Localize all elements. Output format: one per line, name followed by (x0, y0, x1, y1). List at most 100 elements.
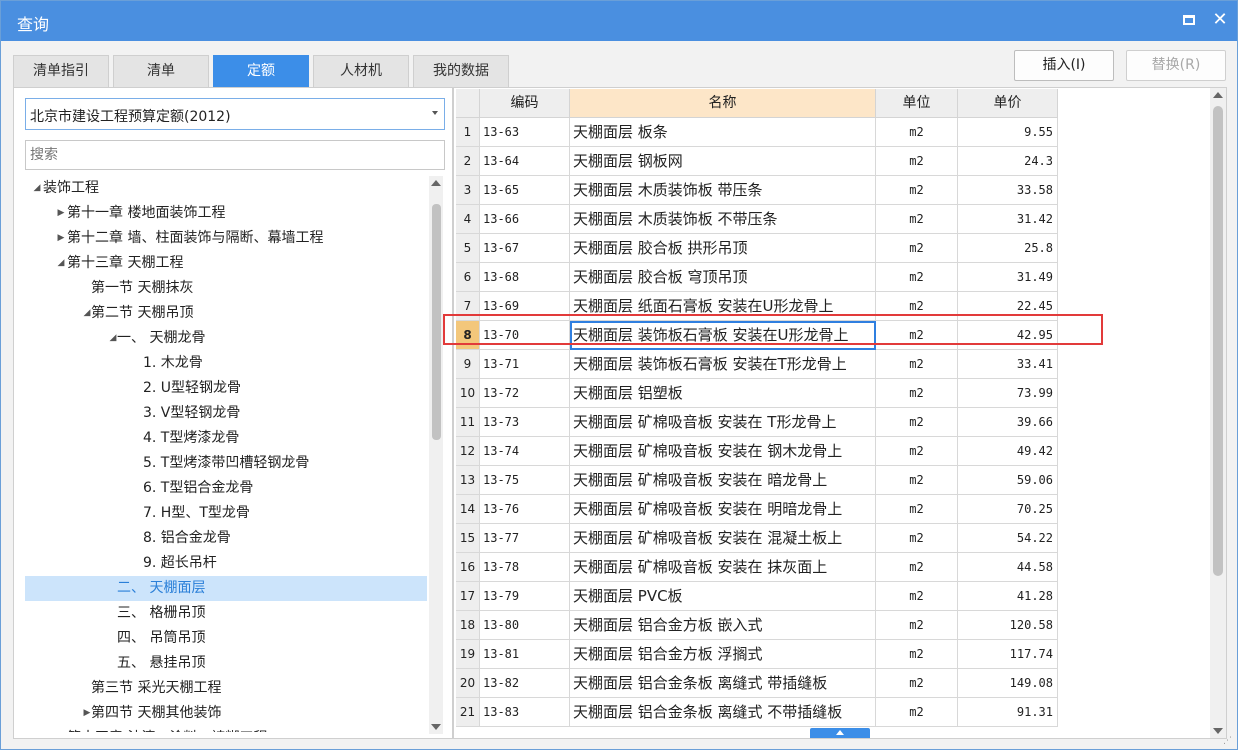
unit-cell[interactable]: m2 (876, 205, 958, 234)
search-field[interactable] (25, 140, 445, 170)
row-number-cell[interactable]: 14 (456, 495, 480, 524)
collapsed-arrow-icon[interactable]: ▶ (55, 201, 67, 226)
tree-node[interactable]: 8. 铝合金龙骨 (25, 526, 427, 551)
collapsed-arrow-icon[interactable]: ▶ (55, 226, 67, 251)
tree-node[interactable]: 三、 格栅吊顶 (25, 601, 427, 626)
code-cell[interactable]: 13-74 (480, 437, 570, 466)
splitter-handle[interactable] (810, 728, 870, 738)
price-cell[interactable]: 39.66 (958, 408, 1058, 437)
name-cell[interactable]: 天棚面层 铝塑板 (570, 379, 876, 408)
tree-node[interactable]: 第一节 天棚抹灰 (25, 276, 427, 301)
tree-node[interactable]: 二、 天棚面层 (25, 576, 427, 601)
resize-grip-icon[interactable]: ⋰ (1223, 736, 1235, 748)
price-cell[interactable]: 120.58 (958, 611, 1058, 640)
name-cell[interactable]: 天棚面层 矿棉吸音板 安装在 混凝土板上 (570, 524, 876, 553)
unit-cell[interactable]: m2 (876, 408, 958, 437)
quota-library-select[interactable]: 北京市建设工程预算定额(2012) (25, 98, 445, 130)
price-cell[interactable]: 31.49 (958, 263, 1058, 292)
price-cell[interactable]: 59.06 (958, 466, 1058, 495)
table-row[interactable]: 21 13-83 天棚面层 铝合金条板 离缝式 不带插缝板 m2 91.31 (456, 698, 1058, 727)
table-row[interactable]: 16 13-78 天棚面层 矿棉吸音板 安装在 抹灰面上 m2 44.58 (456, 553, 1058, 582)
row-number-cell[interactable]: 10 (456, 379, 480, 408)
tree-scrollbar[interactable] (429, 176, 443, 734)
table-row[interactable]: 3 13-65 天棚面层 木质装饰板 带压条 m2 33.58 (456, 176, 1058, 205)
unit-cell[interactable]: m2 (876, 582, 958, 611)
code-cell[interactable]: 13-80 (480, 611, 570, 640)
price-cell[interactable]: 31.42 (958, 205, 1058, 234)
table-row[interactable]: 12 13-74 天棚面层 矿棉吸音板 安装在 钢木龙骨上 m2 49.42 (456, 437, 1058, 466)
tree-node[interactable]: 1. 木龙骨 (25, 351, 427, 376)
price-cell[interactable]: 25.8 (958, 234, 1058, 263)
name-cell[interactable]: 天棚面层 矿棉吸音板 安装在 明暗龙骨上 (570, 495, 876, 524)
name-cell[interactable]: 天棚面层 木质装饰板 不带压条 (570, 205, 876, 234)
tab-labor-material-machine[interactable]: 人材机 (313, 55, 409, 87)
name-cell[interactable]: 天棚面层 PVC板 (570, 582, 876, 611)
unit-cell[interactable]: m2 (876, 553, 958, 582)
price-cell[interactable]: 54.22 (958, 524, 1058, 553)
unit-cell[interactable]: m2 (876, 234, 958, 263)
table-row[interactable]: 17 13-79 天棚面层 PVC板 m2 41.28 (456, 582, 1058, 611)
unit-cell[interactable]: m2 (876, 147, 958, 176)
maximize-icon[interactable] (1179, 9, 1201, 31)
name-cell[interactable]: 天棚面层 矿棉吸音板 安装在 钢木龙骨上 (570, 437, 876, 466)
price-cell[interactable]: 33.41 (958, 350, 1058, 379)
table-row[interactable]: 20 13-82 天棚面层 铝合金条板 离缝式 带插缝板 m2 149.08 (456, 669, 1058, 698)
expanded-arrow-icon[interactable]: ◢ (55, 251, 67, 276)
row-number-cell[interactable]: 17 (456, 582, 480, 611)
unit-cell[interactable]: m2 (876, 669, 958, 698)
price-cell[interactable]: 73.99 (958, 379, 1058, 408)
tree-scroll-thumb[interactable] (432, 204, 441, 440)
table-row[interactable]: 2 13-64 天棚面层 钢板网 m2 24.3 (456, 147, 1058, 176)
tree-node[interactable]: 5. T型烤漆带凹槽轻钢龙骨 (25, 451, 427, 476)
tab-bill-guide[interactable]: 清单指引 (13, 55, 109, 87)
name-cell[interactable]: 天棚面层 胶合板 穹顶吊顶 (570, 263, 876, 292)
row-number-cell[interactable]: 9 (456, 350, 480, 379)
tab-quota[interactable]: 定额 (213, 55, 309, 87)
code-cell[interactable]: 13-78 (480, 553, 570, 582)
table-row[interactable]: 15 13-77 天棚面层 矿棉吸音板 安装在 混凝土板上 m2 54.22 (456, 524, 1058, 553)
unit-header[interactable]: 单位 (876, 89, 958, 118)
tree-node[interactable]: ◢ 第十三章 天棚工程 (25, 251, 427, 276)
price-cell[interactable]: 9.55 (958, 118, 1058, 147)
tab-bill[interactable]: 清单 (113, 55, 209, 87)
close-icon[interactable]: ✕ (1209, 9, 1231, 31)
tree-node[interactable]: 4. T型烤漆龙骨 (25, 426, 427, 451)
unit-cell[interactable]: m2 (876, 437, 958, 466)
table-row[interactable]: 5 13-67 天棚面层 胶合板 拱形吊顶 m2 25.8 (456, 234, 1058, 263)
name-cell[interactable]: 天棚面层 铝合金条板 离缝式 带插缝板 (570, 669, 876, 698)
price-cell[interactable]: 33.58 (958, 176, 1058, 205)
tree-node[interactable]: 7. H型、T型龙骨 (25, 501, 427, 526)
row-number-cell[interactable]: 6 (456, 263, 480, 292)
unit-cell[interactable]: m2 (876, 263, 958, 292)
tree-node[interactable]: 6. T型铝合金龙骨 (25, 476, 427, 501)
row-number-cell[interactable]: 21 (456, 698, 480, 727)
unit-cell[interactable]: m2 (876, 611, 958, 640)
row-number-cell[interactable]: 13 (456, 466, 480, 495)
table-row[interactable]: 6 13-68 天棚面层 胶合板 穹顶吊顶 m2 31.49 (456, 263, 1058, 292)
code-cell[interactable]: 13-66 (480, 205, 570, 234)
unit-cell[interactable]: m2 (876, 495, 958, 524)
tree-node[interactable]: ▶第十四章 油漆、涂料、裱糊工程 (25, 726, 427, 732)
tree-node[interactable]: 第三节 采光天棚工程 (25, 676, 427, 701)
replace-button[interactable]: 替换(R) (1126, 50, 1226, 81)
code-cell[interactable]: 13-65 (480, 176, 570, 205)
name-cell[interactable]: 天棚面层 矿棉吸音板 安装在 T形龙骨上 (570, 408, 876, 437)
row-number-cell[interactable]: 15 (456, 524, 480, 553)
code-cell[interactable]: 13-77 (480, 524, 570, 553)
tree-node[interactable]: 五、 悬挂吊顶 (25, 651, 427, 676)
row-number-cell[interactable]: 3 (456, 176, 480, 205)
code-cell[interactable]: 13-71 (480, 350, 570, 379)
row-number-cell[interactable]: 4 (456, 205, 480, 234)
code-cell[interactable]: 13-68 (480, 263, 570, 292)
price-cell[interactable]: 70.25 (958, 495, 1058, 524)
insert-button[interactable]: 插入(I) (1014, 50, 1114, 81)
table-row[interactable]: 11 13-73 天棚面层 矿棉吸音板 安装在 T形龙骨上 m2 39.66 (456, 408, 1058, 437)
table-row[interactable]: 13 13-75 天棚面层 矿棉吸音板 安装在 暗龙骨上 m2 59.06 (456, 466, 1058, 495)
tree-node[interactable]: 四、 吊筒吊顶 (25, 626, 427, 651)
tree-node[interactable]: 2. U型轻钢龙骨 (25, 376, 427, 401)
table-row[interactable]: 18 13-80 天棚面层 铝合金方板 嵌入式 m2 120.58 (456, 611, 1058, 640)
name-cell[interactable]: 天棚面层 铝合金方板 浮搁式 (570, 640, 876, 669)
row-number-cell[interactable]: 2 (456, 147, 480, 176)
code-cell[interactable]: 13-75 (480, 466, 570, 495)
row-number-cell[interactable]: 1 (456, 118, 480, 147)
